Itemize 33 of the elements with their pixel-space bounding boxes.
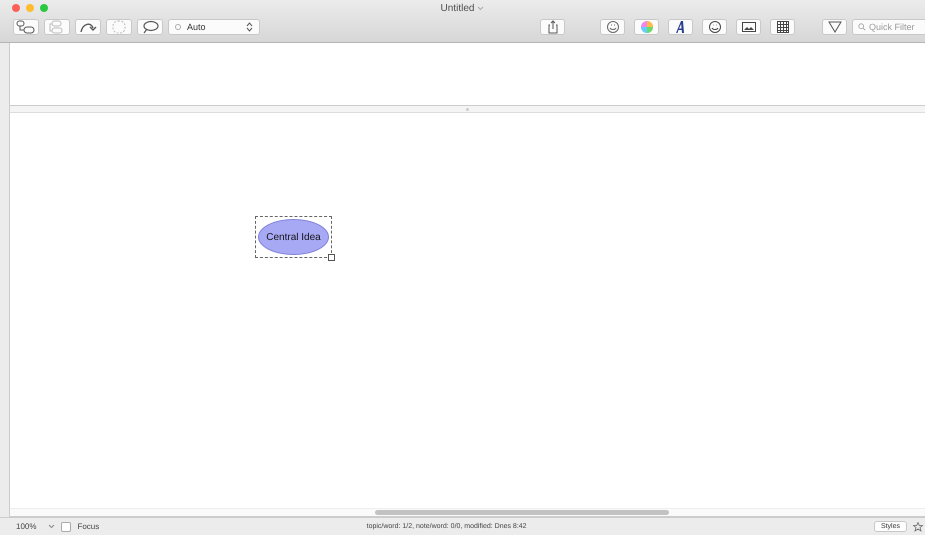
color-wheel-icon (638, 20, 654, 34)
scrollbar-thumb[interactable] (375, 510, 669, 515)
caret-icon (477, 6, 484, 10)
zoom-level[interactable]: 100% (16, 522, 36, 531)
star-icon[interactable] (913, 522, 923, 532)
child-topic-icon (16, 20, 36, 34)
topic-node[interactable]: Central Idea (258, 219, 329, 255)
window-title: Untitled (440, 2, 474, 14)
search-field[interactable]: Quick Filter (852, 19, 925, 35)
connect-tool-button[interactable] (75, 19, 101, 35)
caret-icon[interactable] (48, 524, 56, 529)
filter-button[interactable] (822, 19, 847, 35)
close-button[interactable] (12, 4, 20, 12)
colors-button[interactable] (634, 19, 659, 35)
layout-select[interactable]: Auto (168, 19, 260, 35)
fonts-button[interactable] (668, 19, 693, 35)
smiley-badge-button[interactable] (600, 19, 625, 35)
child-tool-button[interactable] (13, 19, 39, 35)
focus-checkbox[interactable] (61, 522, 72, 532)
smiley-icon (706, 20, 722, 34)
image-button[interactable] (736, 19, 761, 35)
smiley-icon (604, 20, 620, 34)
callout-tool-button[interactable] (137, 19, 163, 35)
resize-handle[interactable] (328, 254, 335, 261)
emoji-button[interactable] (702, 19, 727, 35)
table-button[interactable] (770, 19, 795, 35)
focus-label: Focus (77, 522, 100, 531)
search-icon (858, 22, 866, 32)
filter-icon (826, 20, 842, 34)
up-down-arrows-icon (246, 22, 253, 32)
share-button[interactable] (540, 19, 565, 35)
image-icon (740, 20, 756, 34)
grid-icon (774, 20, 790, 34)
